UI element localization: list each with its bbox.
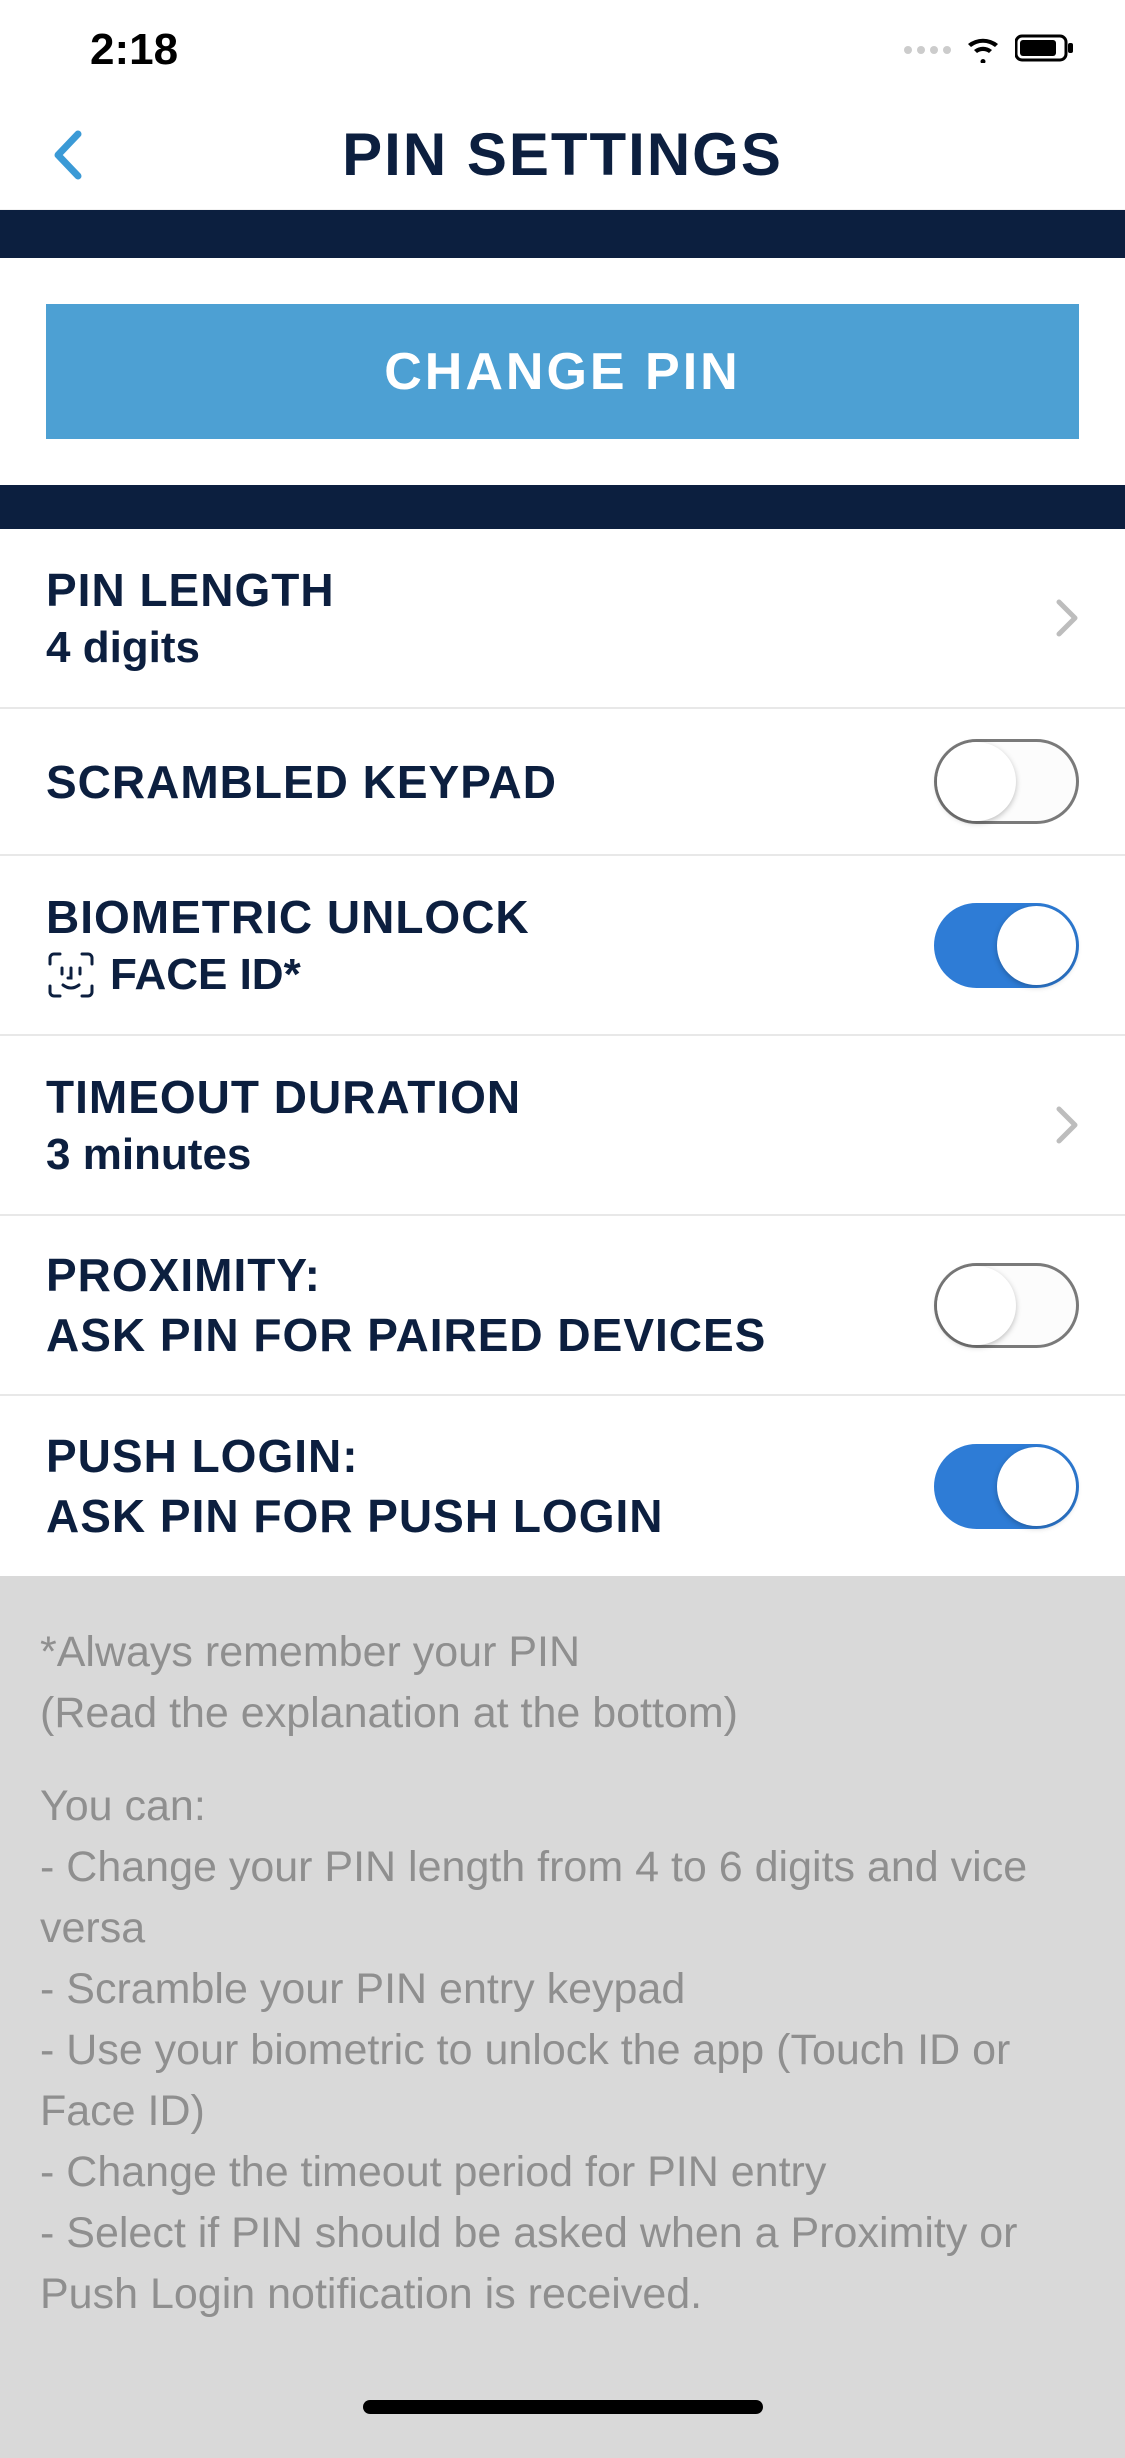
row-subtitle: FACE ID* [110, 950, 301, 1000]
change-pin-section: CHANGE PIN [0, 258, 1125, 485]
info-line: *Always remember your PIN [40, 1628, 580, 1676]
settings-list: PIN LENGTH 4 digits SCRAMBLED KEYPAD BIO… [0, 529, 1125, 1576]
row-push-login: PUSH LOGIN: ASK PIN FOR PUSH LOGIN [0, 1396, 1125, 1576]
nav-header: PIN SETTINGS [0, 100, 1125, 210]
info-line: - Select if PIN should be asked when a P… [40, 2209, 1018, 2318]
row-title: PROXIMITY: [46, 1248, 766, 1302]
face-id-icon [46, 950, 96, 1000]
row-scrambled-keypad: SCRAMBLED KEYPAD [0, 709, 1125, 856]
home-indicator[interactable] [363, 2400, 763, 2414]
toggle-biometric-unlock[interactable] [934, 903, 1079, 988]
toggle-scrambled-keypad[interactable] [934, 739, 1079, 824]
toggle-proximity[interactable] [934, 1263, 1079, 1348]
row-subtitle: ASK PIN FOR PAIRED DEVICES [46, 1308, 766, 1362]
row-value: 3 minutes [46, 1130, 521, 1180]
row-biometric-unlock: BIOMETRIC UNLOCK FACE ID* [0, 856, 1125, 1036]
status-time: 2:18 [90, 25, 178, 75]
row-title: BIOMETRIC UNLOCK [46, 890, 530, 944]
toggle-push-login[interactable] [934, 1444, 1079, 1529]
separator-band [0, 485, 1125, 529]
cellular-icon [904, 46, 951, 54]
status-bar: 2:18 [0, 0, 1125, 100]
info-line: - Use your biometric to unlock the app (… [40, 2026, 1010, 2135]
row-title: SCRAMBLED KEYPAD [46, 755, 557, 809]
back-button[interactable] [50, 130, 84, 180]
separator-band [0, 210, 1125, 258]
row-title: PIN LENGTH [46, 563, 335, 617]
chevron-right-icon [1055, 1105, 1079, 1145]
row-value: 4 digits [46, 623, 335, 673]
row-proximity: PROXIMITY: ASK PIN FOR PAIRED DEVICES [0, 1216, 1125, 1396]
info-line: You can: [40, 1782, 206, 1830]
row-title: TIMEOUT DURATION [46, 1070, 521, 1124]
info-line: - Change the timeout period for PIN entr… [40, 2148, 826, 2196]
page-title: PIN SETTINGS [0, 120, 1125, 189]
battery-icon [1015, 33, 1075, 68]
info-line: - Scramble your PIN entry keypad [40, 1965, 685, 2013]
row-timeout-duration[interactable]: TIMEOUT DURATION 3 minutes [0, 1036, 1125, 1216]
row-subtitle: ASK PIN FOR PUSH LOGIN [46, 1489, 663, 1543]
chevron-right-icon [1055, 598, 1079, 638]
row-pin-length[interactable]: PIN LENGTH 4 digits [0, 529, 1125, 709]
info-line: (Read the explanation at the bottom) [40, 1689, 738, 1737]
status-icons [904, 33, 1075, 68]
wifi-icon [963, 33, 1003, 68]
info-line: - Change your PIN length from 4 to 6 dig… [40, 1843, 1027, 1952]
row-title: PUSH LOGIN: [46, 1429, 663, 1483]
change-pin-button[interactable]: CHANGE PIN [46, 304, 1079, 439]
info-text: *Always remember your PIN (Read the expl… [0, 1576, 1125, 2458]
